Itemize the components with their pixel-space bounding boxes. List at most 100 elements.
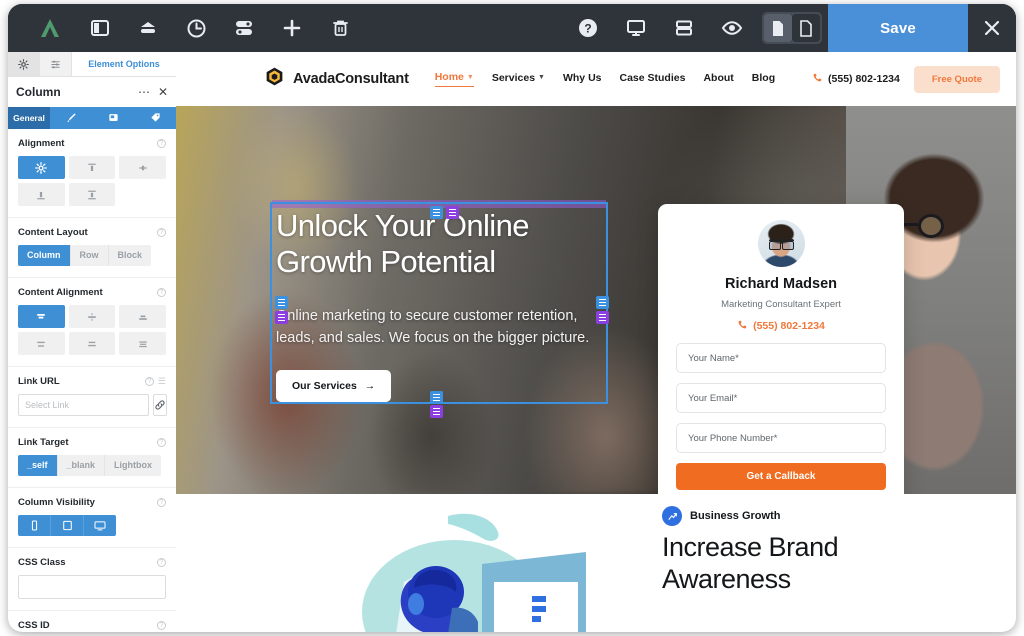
help-icon[interactable]: ? bbox=[157, 621, 166, 630]
link-url-input[interactable] bbox=[18, 394, 149, 416]
column-handle-blue-top[interactable] bbox=[430, 206, 443, 219]
help-icon[interactable]: ? bbox=[157, 288, 166, 297]
tags-icon bbox=[150, 112, 161, 125]
visibility-tablet[interactable] bbox=[51, 515, 84, 536]
sidebar-toggle-icon[interactable] bbox=[76, 4, 124, 52]
page-outline-icon[interactable] bbox=[792, 14, 820, 42]
column-handle-purple-left[interactable] bbox=[275, 311, 288, 324]
dynamic-content-icon[interactable]: ☰ bbox=[158, 376, 166, 387]
content-align-space-evenly-button[interactable] bbox=[119, 332, 166, 355]
close-icon[interactable] bbox=[968, 4, 1016, 52]
preview-icon[interactable] bbox=[708, 4, 756, 52]
tab-design[interactable] bbox=[50, 107, 92, 129]
column-handle-blue-bottom[interactable] bbox=[430, 391, 443, 404]
lower-heading[interactable]: Increase Brand Awareness bbox=[662, 532, 962, 596]
nav-home[interactable]: Home ▼ bbox=[434, 71, 474, 87]
help-icon[interactable]: ? bbox=[157, 139, 166, 148]
link-target-blank[interactable]: _blank bbox=[57, 455, 106, 476]
website-preview-canvas[interactable]: AvadaConsultant Home ▼ Services ▼ Why Us… bbox=[176, 52, 1016, 632]
free-quote-button[interactable]: Free Quote bbox=[913, 65, 1000, 93]
toolbar-right-group: ? Save bbox=[564, 4, 1016, 52]
contact-name-input[interactable]: Your Name* bbox=[676, 343, 886, 373]
sliders-icon[interactable] bbox=[40, 52, 72, 76]
link-target-segmented: _self _blank Lightbox bbox=[18, 455, 162, 476]
add-icon[interactable] bbox=[268, 4, 316, 52]
alignment-middle-button[interactable] bbox=[119, 156, 166, 179]
avada-logo-icon[interactable] bbox=[24, 4, 76, 52]
sidebar-top-tabs: Element Options bbox=[8, 52, 176, 77]
contact-card[interactable]: Richard Madsen Marketing Consultant Expe… bbox=[658, 204, 904, 494]
content-layout-row[interactable]: Row bbox=[70, 245, 109, 266]
content-align-flex-end-button[interactable] bbox=[119, 305, 166, 328]
alignment-bottom-button[interactable] bbox=[18, 183, 65, 206]
help-icon[interactable]: ? bbox=[157, 558, 166, 567]
tab-background[interactable] bbox=[92, 107, 134, 129]
more-options-icon[interactable]: ⋯ bbox=[138, 86, 150, 98]
column-handle-purple-right[interactable] bbox=[596, 311, 609, 324]
layout-icon[interactable] bbox=[220, 4, 268, 52]
element-options-tab[interactable]: Element Options bbox=[72, 52, 176, 76]
visibility-desktop[interactable] bbox=[84, 515, 116, 536]
arrow-right-icon: → bbox=[364, 380, 376, 392]
link-url-row bbox=[18, 394, 167, 416]
responsive-icon[interactable] bbox=[612, 4, 660, 52]
phone-icon bbox=[812, 72, 823, 86]
help-icon[interactable]: ? bbox=[144, 377, 154, 386]
column-handle-blue-left[interactable] bbox=[275, 296, 288, 309]
column-handle-blue-right[interactable] bbox=[596, 296, 609, 309]
content-layout-block[interactable]: Block bbox=[108, 245, 152, 266]
nav-services[interactable]: Services ▼ bbox=[492, 72, 545, 87]
our-services-button[interactable]: Our Services → bbox=[276, 370, 392, 402]
content-align-center-button[interactable] bbox=[68, 305, 116, 328]
rows-icon[interactable] bbox=[660, 4, 708, 52]
alignment-top-button[interactable] bbox=[68, 156, 116, 179]
business-growth-badge: Business Growth bbox=[662, 506, 780, 526]
nav-blog[interactable]: Blog bbox=[752, 72, 775, 87]
content-align-flex-start-button[interactable] bbox=[18, 305, 65, 328]
section-css-class-header: CSS Class ? bbox=[18, 557, 166, 568]
link-icon[interactable] bbox=[153, 394, 167, 416]
alignment-stretch-button[interactable] bbox=[68, 183, 116, 206]
link-target-self[interactable]: _self bbox=[18, 455, 58, 476]
get-a-callback-button[interactable]: Get a Callback bbox=[676, 463, 886, 490]
avada-hexagon-logo-icon bbox=[264, 66, 285, 92]
nav-about[interactable]: About bbox=[703, 72, 733, 87]
help-icon[interactable]: ? bbox=[157, 228, 166, 237]
visibility-mobile[interactable] bbox=[18, 515, 51, 536]
help-icon[interactable]: ? bbox=[157, 438, 166, 447]
save-button[interactable]: Save bbox=[828, 4, 968, 52]
content-align-space-around-button[interactable] bbox=[68, 332, 116, 355]
toolbar-left-group bbox=[8, 4, 364, 52]
hero-subheading[interactable]: Online marketing to secure customer rete… bbox=[276, 306, 608, 350]
close-panel-icon[interactable]: ✕ bbox=[158, 86, 168, 98]
nav-why-us[interactable]: Why Us bbox=[563, 72, 602, 87]
column-handle-purple-top[interactable] bbox=[446, 206, 459, 219]
link-target-lightbox[interactable]: Lightbox bbox=[105, 455, 162, 476]
site-brand[interactable]: AvadaConsultant bbox=[264, 66, 409, 92]
header-phone[interactable]: (555) 802-1234 bbox=[812, 72, 900, 86]
history-icon[interactable] bbox=[172, 4, 220, 52]
contact-phone-input[interactable]: Your Phone Number* bbox=[676, 423, 886, 453]
tab-extras[interactable] bbox=[134, 107, 176, 129]
css-class-input[interactable] bbox=[18, 575, 166, 599]
chevron-down-icon: ▼ bbox=[538, 74, 545, 81]
help-icon[interactable]: ? bbox=[157, 498, 166, 507]
trash-icon[interactable] bbox=[316, 4, 364, 52]
contact-email-input[interactable]: Your Email* bbox=[676, 383, 886, 413]
section-alignment: Alignment ? bbox=[8, 129, 176, 218]
settings-gear-icon[interactable] bbox=[8, 52, 40, 76]
content-layout-column[interactable]: Column bbox=[18, 245, 71, 266]
nav-case-studies[interactable]: Case Studies bbox=[620, 72, 686, 87]
page-filled-icon[interactable] bbox=[764, 14, 792, 42]
tab-general[interactable]: General bbox=[8, 107, 50, 129]
alignment-default-button[interactable] bbox=[18, 156, 65, 179]
contact-phone[interactable]: (555) 802-1234 bbox=[676, 319, 886, 333]
column-handle-purple-bottom[interactable] bbox=[430, 405, 443, 418]
help-icon[interactable]: ? bbox=[564, 4, 612, 52]
contact-phone-number: (555) 802-1234 bbox=[753, 320, 825, 332]
content-align-space-between-button[interactable] bbox=[18, 332, 65, 355]
library-icon[interactable] bbox=[124, 4, 172, 52]
lower-section[interactable]: Business Growth Increase Brand Awareness bbox=[176, 494, 1016, 632]
sidebar-scroll-area[interactable]: Alignment ? Content Layout ? Column Row … bbox=[8, 129, 176, 632]
hero-section[interactable]: Unlock Your Online Growth Potential Onli… bbox=[176, 106, 1016, 494]
